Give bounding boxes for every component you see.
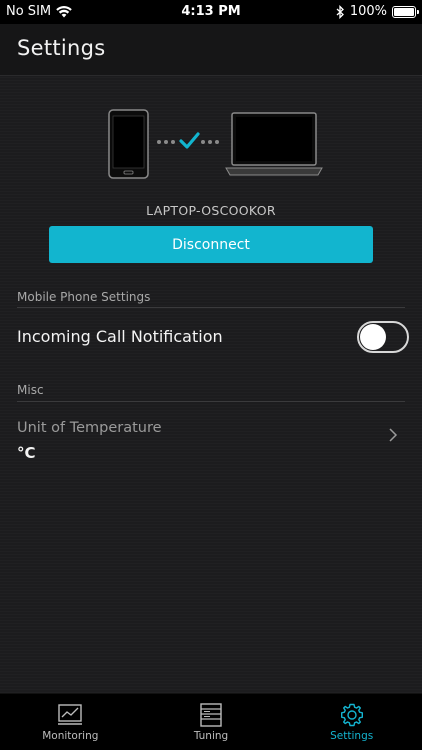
incoming-call-notification-toggle[interactable] [357, 321, 409, 353]
battery-percent: 100% [349, 4, 387, 19]
tab-settings-label: Settings [330, 730, 374, 742]
tab-bar: Monitoring Tuning Settings [0, 693, 422, 750]
tab-tuning-label: Tuning [193, 730, 229, 742]
nav-bar: Settings [0, 24, 422, 76]
battery-icon [392, 5, 419, 18]
chevron-right-icon [389, 428, 398, 442]
page-title: Settings [17, 36, 106, 60]
divider [17, 401, 405, 402]
chart-icon [58, 704, 83, 725]
incoming-call-notification-label: Incoming Call Notification [17, 327, 223, 346]
bluetooth-icon [336, 4, 344, 19]
section-label-misc: Misc [17, 383, 44, 397]
connection-illustration [108, 109, 323, 179]
server-icon [200, 703, 222, 727]
laptop-icon [225, 112, 323, 176]
status-right: 100% [336, 4, 419, 19]
tab-tuning[interactable]: Tuning [141, 694, 282, 750]
disconnect-button[interactable]: Disconnect [49, 226, 373, 263]
section-label-mobile-phone-settings: Mobile Phone Settings [17, 290, 151, 304]
status-bar: No SIM 4:13 PM 100% [0, 0, 422, 24]
unit-of-temperature-label: Unit of Temperature [17, 420, 162, 436]
tab-monitoring[interactable]: Monitoring [0, 694, 141, 750]
phone-icon [108, 109, 149, 179]
unit-of-temperature-value: °C [17, 444, 36, 462]
tab-monitoring-label: Monitoring [42, 730, 99, 742]
divider [17, 307, 405, 308]
checkmark-icon [179, 132, 200, 149]
tab-settings[interactable]: Settings [281, 694, 422, 750]
gear-icon [340, 703, 363, 727]
connected-device-name: LAPTOP-OSCOOKOR [146, 203, 276, 218]
toggle-knob [360, 324, 386, 350]
disconnect-button-label: Disconnect [172, 236, 250, 253]
